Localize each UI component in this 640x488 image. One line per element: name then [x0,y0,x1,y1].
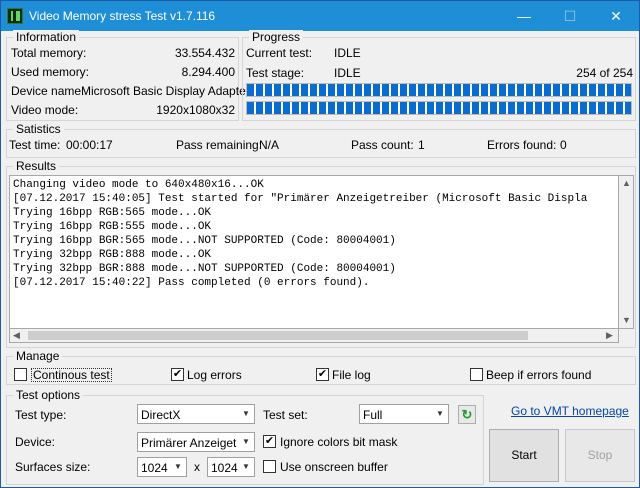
total-memory-label: Total memory: [11,46,87,60]
test-set-value: Full [363,408,383,422]
device-value: Primärer Anzeigetrei [141,436,237,450]
information-title: Information [13,30,80,44]
video-mode-value: 1920x1080x32 [156,103,235,117]
onscreen-buffer-checkbox[interactable] [263,460,276,473]
results-vertical-scrollbar[interactable]: ▲ ▼ [618,175,634,329]
device-select[interactable]: Primärer Anzeigetrei ▼ [137,432,255,452]
title-bar[interactable]: Video Memory stress Test v1.7.116 — ☐ ✕ [1,1,639,31]
homepage-link[interactable]: Go to VMT homepage [511,404,629,418]
test-set-select[interactable]: Full ▼ [359,404,449,424]
log-line: [07.12.2017 15:40:22] Pass completed (0 … [13,277,370,289]
log-line: Trying 16bpp RGB:555 mode...OK [13,221,212,233]
log-line: Changing video mode to 640x480x16...OK [13,179,264,191]
results-log[interactable]: Changing video mode to 640x480x16...OK [0… [9,175,619,329]
total-memory-value: 33.554.432 [174,46,235,60]
chevron-down-icon: ▼ [436,409,444,418]
chevron-down-icon: ▼ [242,409,250,418]
video-mode-label: Video mode: [11,103,79,117]
ignore-colors-checkbox[interactable]: ✔ [263,435,276,448]
progress-bar-stage [246,83,632,97]
onscreen-buffer-label[interactable]: Use onscreen buffer [280,460,388,474]
stage-count: 254 of 254 [576,66,633,80]
file-log-label[interactable]: File log [332,368,371,382]
window-title: Video Memory stress Test v1.7.116 [29,9,216,23]
maximize-button[interactable]: ☐ [547,1,593,31]
manage-title: Manage [13,349,63,363]
log-line: [07.12.2017 15:40:05] Test started for "… [13,193,588,205]
test-type-label: Test type: [15,408,67,422]
results-horizontal-scrollbar[interactable]: ◀ ▶ [9,328,619,343]
scroll-thumb[interactable] [28,331,528,340]
test-time-label: Test time: [9,138,61,152]
results-title: Results [13,159,60,173]
ignore-colors-label[interactable]: Ignore colors bit mask [280,435,397,449]
progress-bar-stage-fill [247,84,631,96]
scroll-down-icon[interactable]: ▼ [622,315,631,325]
test-stage-label: Test stage: [246,66,305,80]
device-label: Device: [15,435,56,449]
stop-button[interactable]: Stop [565,429,635,482]
app-icon [7,8,23,24]
continuous-test-label[interactable]: Continous test [31,368,112,382]
progress-bar-test-fill [247,102,631,114]
scroll-up-icon[interactable]: ▲ [622,178,631,188]
pass-count-value: 1 [418,138,425,152]
pass-count-label: Pass count: [351,138,414,152]
check-icon: ✔ [172,368,183,380]
chevron-down-icon: ▼ [174,462,182,471]
scroll-left-icon[interactable]: ◀ [13,330,20,341]
statistics-title: Satistics [13,122,64,136]
surface-height-select[interactable]: 1024 ▼ [207,457,255,477]
errors-found-label: Errors found: [487,138,557,152]
log-line: Trying 32bpp BGR:888 mode...NOT SUPPORTE… [13,263,396,275]
test-type-select[interactable]: DirectX ▼ [137,404,255,424]
test-options-title: Test options [13,388,84,402]
minimize-button[interactable]: — [501,1,547,31]
device-name-value: Microsoft Basic Display Adapter [81,84,250,98]
used-memory-label: Used memory: [11,65,90,79]
surfaces-size-label: Surfaces size: [15,460,91,474]
current-test-label: Current test: [246,46,313,60]
test-type-value: DirectX [141,408,181,422]
log-line: Trying 16bpp RGB:565 mode...OK [13,207,212,219]
file-log-checkbox[interactable]: ✔ [316,368,329,381]
check-icon: ✔ [264,435,275,447]
check-icon: ✔ [317,368,328,380]
log-line: Trying 16bpp BGR:565 mode...NOT SUPPORTE… [13,235,396,247]
refresh-icon[interactable]: ↻ [458,405,476,424]
start-button[interactable]: Start [489,429,559,482]
test-set-label: Test set: [263,408,308,422]
device-name-label: Device name: [11,84,85,98]
close-button[interactable]: ✕ [593,1,639,31]
surface-width-select[interactable]: 1024 ▼ [137,457,187,477]
chevron-down-icon: ▼ [242,437,250,446]
progress-title: Progress [249,30,304,44]
main-window: Video Memory stress Test v1.7.116 — ☐ ✕ … [0,0,640,488]
results-log-lines: Changing video mode to 640x480x16...OK [0… [10,178,587,290]
continuous-test-checkbox[interactable] [14,368,27,381]
pass-remaining-label: Pass remaining: [176,138,263,152]
surface-size-separator: x [194,460,200,474]
log-line: Trying 32bpp RGB:888 mode...OK [13,249,212,261]
beep-if-errors-checkbox[interactable] [470,368,483,381]
scroll-right-icon[interactable]: ▶ [606,330,613,341]
errors-found-value: 0 [560,138,567,152]
used-memory-value: 8.294.400 [181,65,235,79]
surface-height-value: 1024 [211,461,238,475]
progress-bar-test [246,101,632,115]
test-time-value: 00:00:17 [66,138,113,152]
chevron-down-icon: ▼ [242,462,250,471]
log-errors-checkbox[interactable]: ✔ [171,368,184,381]
beep-if-errors-label[interactable]: Beep if errors found [486,368,591,382]
test-stage-value: IDLE [334,66,361,80]
pass-remaining-value: N/A [259,138,280,152]
surface-width-value: 1024 [141,461,168,475]
current-test-value: IDLE [334,46,361,60]
log-errors-label[interactable]: Log errors [187,368,242,382]
